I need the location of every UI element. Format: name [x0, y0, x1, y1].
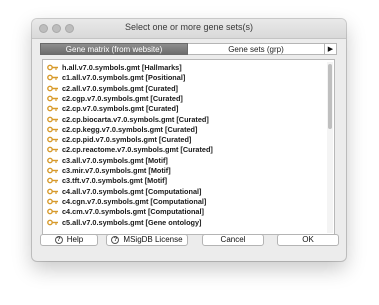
list-scrollbar[interactable]: [327, 62, 333, 233]
list-item-label: c3.all.v7.0.symbols.gmt [Motif]: [62, 155, 168, 165]
key-icon: [47, 208, 58, 215]
list-item[interactable]: c4.all.v7.0.symbols.gmt [Computational]: [47, 187, 201, 196]
list-item[interactable]: h.all.v7.0.symbols.gmt [Hallmarks]: [47, 63, 182, 72]
tab-gene-matrix[interactable]: Gene matrix (from website): [40, 43, 188, 55]
key-icon: [47, 177, 58, 184]
list-item[interactable]: c2.cp.pid.v7.0.symbols.gmt [Curated]: [47, 135, 191, 144]
list-item[interactable]: c1.all.v7.0.symbols.gmt [Positional]: [47, 73, 185, 82]
list-item-label: c4.cgn.v7.0.symbols.gmt [Computational]: [62, 196, 207, 206]
cancel-button[interactable]: Cancel: [202, 234, 264, 246]
key-icon: [47, 95, 58, 102]
help-button[interactable]: ? Help: [40, 234, 98, 246]
key-icon: [47, 188, 58, 194]
msigdb-license-button[interactable]: ? MSigDB License: [106, 234, 188, 246]
msigdb-license-button-label: MSigDB License: [123, 235, 183, 244]
key-icon: [47, 105, 58, 112]
ok-button[interactable]: OK: [277, 234, 339, 246]
list-item[interactable]: c5.all.v7.0.symbols.gmt [Gene ontology]: [47, 218, 202, 227]
list-item-label: c2.cp.pid.v7.0.symbols.gmt [Curated]: [62, 135, 192, 145]
list-item-label: c2.cp.v7.0.symbols.gmt [Curated]: [62, 104, 179, 114]
list-item[interactable]: c2.cp.reactome.v7.0.symbols.gmt [Curated…: [47, 145, 213, 154]
key-icon: [47, 198, 58, 205]
list-item[interactable]: c2.cp.biocarta.v7.0.symbols.gmt [Curated…: [47, 115, 209, 124]
key-icon: [47, 64, 58, 71]
help-button-label: Help: [66, 235, 84, 244]
key-icon: [47, 136, 58, 143]
list-item-label: c4.all.v7.0.symbols.gmt [Computational]: [62, 186, 202, 196]
list-item-label: c2.cgp.v7.0.symbols.gmt [Curated]: [62, 93, 183, 103]
key-icon: [47, 85, 58, 91]
title-bar[interactable]: Select one or more gene sets(s): [32, 19, 346, 39]
window-title: Select one or more gene sets(s): [124, 22, 254, 32]
key-icon: [47, 146, 58, 153]
list-item-label: c1.all.v7.0.symbols.gmt [Positional]: [62, 73, 186, 83]
key-icon: [47, 74, 58, 81]
list-item-label: c2.all.v7.0.symbols.gmt [Curated]: [62, 83, 178, 93]
list-item-label: c3.tft.v7.0.symbols.gmt [Motif]: [62, 176, 168, 186]
tab-scroll-right-icon[interactable]: ▶: [325, 43, 337, 55]
list-item[interactable]: c3.mir.v7.0.symbols.gmt [Motif]: [47, 166, 171, 175]
help-icon: ?: [54, 236, 63, 244]
gene-set-list[interactable]: h.all.v7.0.symbols.gmt [Hallmarks] c1.al…: [42, 59, 335, 235]
tab-bar: Gene matrix (from website) Gene sets (gr…: [40, 43, 337, 55]
key-icon: [47, 157, 58, 164]
list-item[interactable]: c2.all.v7.0.symbols.gmt [Curated]: [47, 84, 178, 93]
list-item-label: c5.all.v7.0.symbols.gmt [Gene ontology]: [62, 217, 202, 227]
help-icon: ?: [111, 236, 120, 244]
list-item-label: c2.cp.kegg.v7.0.symbols.gmt [Curated]: [62, 124, 198, 134]
list-item[interactable]: c4.cgn.v7.0.symbols.gmt [Computational]: [47, 197, 206, 206]
scrollbar-thumb[interactable]: [328, 64, 332, 129]
tab-gene-sets-grp[interactable]: Gene sets (grp): [188, 43, 325, 55]
list-item[interactable]: c4.cm.v7.0.symbols.gmt [Computational]: [47, 207, 204, 216]
key-icon: [47, 126, 58, 133]
list-item-label: c2.cp.biocarta.v7.0.symbols.gmt [Curated…: [62, 114, 209, 124]
ok-button-label: OK: [302, 235, 314, 244]
key-icon: [47, 167, 58, 174]
list-item-label: c3.mir.v7.0.symbols.gmt [Motif]: [62, 166, 171, 175]
list-item[interactable]: c2.cgp.v7.0.symbols.gmt [Curated]: [47, 94, 183, 103]
list-item-label: c2.cp.reactome.v7.0.symbols.gmt [Curated…: [62, 145, 213, 155]
dialog-window: Select one or more gene sets(s) Gene mat…: [32, 19, 346, 261]
cancel-button-label: Cancel: [220, 235, 246, 244]
list-item-label: h.all.v7.0.symbols.gmt [Hallmarks]: [62, 63, 182, 72]
list-item[interactable]: c2.cp.v7.0.symbols.gmt [Curated]: [47, 104, 178, 113]
list-item[interactable]: c2.cp.kegg.v7.0.symbols.gmt [Curated]: [47, 125, 197, 134]
list-item-label: c4.cm.v7.0.symbols.gmt [Computational]: [62, 207, 204, 217]
list-item[interactable]: c3.all.v7.0.symbols.gmt [Motif]: [47, 156, 168, 165]
list-item[interactable]: c3.tft.v7.0.symbols.gmt [Motif]: [47, 176, 167, 185]
key-icon: [47, 219, 58, 225]
key-icon: [47, 116, 58, 122]
